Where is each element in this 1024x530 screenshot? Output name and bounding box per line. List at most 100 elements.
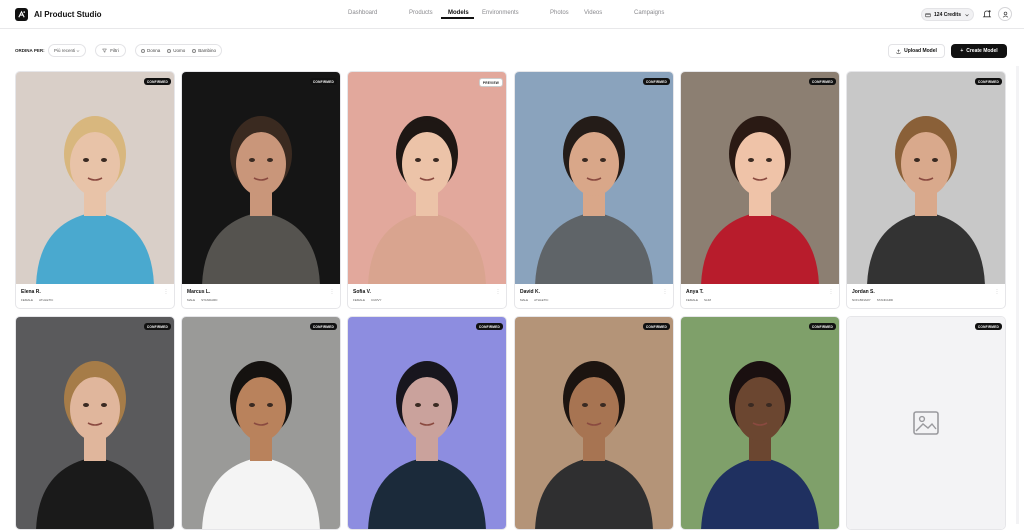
card-meta: David K. MALE ATHLETIC ⋮ xyxy=(515,284,673,308)
card-meta: Jordan S. NON-BINARY STANDARD ⋮ xyxy=(847,284,1005,308)
status-badge: CONFIRMED xyxy=(309,323,337,330)
credit-card-icon xyxy=(925,12,931,17)
status-badge: CONFIRMED xyxy=(808,323,836,330)
nav-photos[interactable]: Photos xyxy=(550,10,569,16)
status-badge: CONFIRMED xyxy=(642,323,670,330)
model-photo[interactable]: CONFIRMED xyxy=(16,72,174,284)
more-options-icon[interactable]: ⋮ xyxy=(829,289,834,295)
card-meta: Elena R. FEMALE ATHLETIC ⋮ xyxy=(16,284,174,308)
model-tag: FEMALE xyxy=(686,298,699,302)
sort-select[interactable]: Più recenti xyxy=(48,44,86,57)
model-tag: SLIM xyxy=(704,298,712,302)
status-badge: CONFIRMED xyxy=(143,78,171,85)
model-name: David K. xyxy=(520,289,541,295)
model-card[interactable]: CONFIRMED xyxy=(680,316,840,530)
tag-label: Donna xyxy=(147,48,161,53)
model-tags: FEMALE SLIM xyxy=(686,298,711,302)
filter-icon xyxy=(102,48,108,53)
model-card[interactable]: CONFIRMED Anya T. FEMALE SLIM ⋮ xyxy=(680,71,840,309)
model-tag: STANDARD xyxy=(876,298,894,302)
model-card[interactable]: PREVIEW Sofia V. FEMALE CURVY ⋮ xyxy=(347,71,507,309)
model-tag: CURVY xyxy=(371,298,382,302)
radio-icon xyxy=(192,48,197,53)
model-tag: ATHLETIC xyxy=(534,298,549,302)
model-photo[interactable]: CONFIRMED xyxy=(348,317,506,529)
more-options-icon[interactable]: ⋮ xyxy=(164,289,169,295)
user-avatar[interactable] xyxy=(998,7,1012,21)
status-badge: CONFIRMED xyxy=(642,78,670,85)
model-card[interactable]: CONFIRMED Elena R. FEMALE ATHLETIC ⋮ xyxy=(15,71,175,309)
model-card[interactable]: CONFIRMED David K. MALE ATHLETIC ⋮ xyxy=(514,71,674,309)
credits-label: 124 Credits xyxy=(934,11,961,18)
model-tag: MALE xyxy=(187,298,196,302)
model-photo[interactable]: CONFIRMED xyxy=(182,72,340,284)
radio-icon xyxy=(141,48,145,53)
radio-icon xyxy=(167,48,172,53)
model-card[interactable]: CONFIRMED xyxy=(15,316,175,530)
more-options-icon[interactable]: ⋮ xyxy=(496,289,501,295)
model-name: Anya T. xyxy=(686,289,704,295)
model-photo[interactable]: CONFIRMED xyxy=(681,72,839,284)
more-options-icon[interactable]: ⋮ xyxy=(663,289,668,295)
sort-value: Più recenti xyxy=(54,48,76,53)
create-model-label: Create Model xyxy=(966,48,998,54)
model-photo[interactable]: CONFIRMED xyxy=(16,317,174,529)
model-card[interactable]: CONFIRMED xyxy=(514,316,674,530)
model-photo[interactable]: PREVIEW xyxy=(348,72,506,284)
model-photo[interactable]: CONFIRMED xyxy=(515,72,673,284)
model-card[interactable]: CONFIRMED Jordan S. NON-BINARY STANDARD ⋮ xyxy=(846,71,1006,309)
chevron-down-icon xyxy=(76,50,80,52)
model-name: Marcus L. xyxy=(187,289,211,295)
tag-bambino[interactable]: Bambino xyxy=(192,48,216,53)
create-model-button[interactable]: + Create Model xyxy=(951,44,1007,58)
model-card[interactable]: CONFIRMED xyxy=(181,316,341,530)
category-tags: Donna Uomo Bambino xyxy=(135,44,223,57)
credits-dropdown[interactable]: 124 Credits xyxy=(921,8,974,21)
plus-icon: + xyxy=(960,48,964,54)
nav-campaigns[interactable]: Campaigns xyxy=(634,10,664,16)
nav-dashboard[interactable]: Dashboard xyxy=(348,10,377,16)
filter-button[interactable]: Filtri xyxy=(95,44,126,57)
model-photo[interactable]: CONFIRMED xyxy=(847,72,1005,284)
nav-products[interactable]: Products xyxy=(409,10,433,16)
status-badge: CONFIRMED xyxy=(808,78,836,85)
model-tag: FEMALE xyxy=(353,298,366,302)
model-photo[interactable]: CONFIRMED xyxy=(515,317,673,529)
card-meta: Marcus L. MALE STANDARD ⋮ xyxy=(182,284,340,308)
scrollbar[interactable] xyxy=(1016,66,1019,524)
model-tag: NON-BINARY xyxy=(852,298,871,302)
more-options-icon[interactable]: ⋮ xyxy=(330,289,335,295)
model-card[interactable]: CONFIRMED xyxy=(347,316,507,530)
model-tag: FEMALE xyxy=(21,298,34,302)
main-nav: Dashboard Products Models Environments P… xyxy=(0,0,1024,29)
model-photo[interactable]: CONFIRMED xyxy=(182,317,340,529)
tag-uomo[interactable]: Uomo xyxy=(167,48,185,53)
chevron-down-icon xyxy=(965,13,969,16)
tag-donna[interactable]: Donna xyxy=(141,48,160,53)
status-badge: CONFIRMED xyxy=(974,78,1002,85)
image-placeholder[interactable]: CONFIRMED xyxy=(847,317,1005,529)
sort-label: ORDINA PER: xyxy=(15,48,45,53)
status-badge: CONFIRMED xyxy=(143,323,171,330)
status-badge: CONFIRMED xyxy=(309,78,337,85)
filter-label: Filtri xyxy=(110,48,119,53)
model-tags: FEMALE ATHLETIC xyxy=(21,298,53,302)
upload-model-button[interactable]: Upload Model xyxy=(888,44,945,58)
nav-environments[interactable]: Environments xyxy=(482,10,519,16)
model-photo[interactable]: CONFIRMED xyxy=(681,317,839,529)
more-options-icon[interactable]: ⋮ xyxy=(995,289,1000,295)
model-tag: ATHLETIC xyxy=(39,298,54,302)
model-card[interactable]: CONFIRMED Marcus L. MALE STANDARD ⋮ xyxy=(181,71,341,309)
model-tags: MALE STANDARD xyxy=(187,298,217,302)
model-tag: STANDARD xyxy=(201,298,218,302)
nav-videos[interactable]: Videos xyxy=(584,10,602,16)
model-card[interactable]: CONFIRMED xyxy=(846,316,1006,530)
status-badge: CONFIRMED xyxy=(475,323,503,330)
toolbar: ORDINA PER: Più recenti Filtri Donna Uom… xyxy=(0,44,1024,58)
nav-models[interactable]: Models xyxy=(448,10,469,16)
bell-icon[interactable] xyxy=(982,9,992,19)
model-name: Jordan S. xyxy=(852,289,875,295)
card-meta: Anya T. FEMALE SLIM ⋮ xyxy=(681,284,839,308)
tag-label: Bambino xyxy=(198,48,217,53)
status-badge: PREVIEW xyxy=(478,78,503,87)
